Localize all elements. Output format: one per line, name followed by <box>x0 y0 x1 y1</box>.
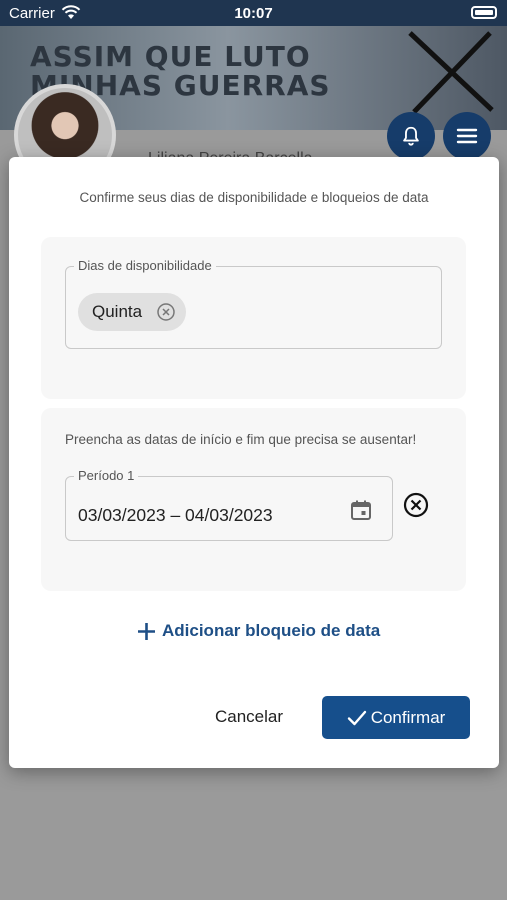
availability-dialog: Confirme seus dias de disponibilidade e … <box>9 157 499 768</box>
status-time: 10:07 <box>234 5 273 22</box>
availability-days-legend: Dias de disponibilidade <box>74 258 216 273</box>
status-bar: Carrier 10:07 <box>0 0 507 26</box>
bell-icon <box>403 126 419 146</box>
close-circle-icon[interactable] <box>156 302 176 322</box>
confirm-button[interactable]: Confirmar <box>322 696 470 739</box>
banner-x-graphic <box>408 31 494 114</box>
notifications-button[interactable] <box>387 112 435 160</box>
availability-section: Dias de disponibilidade Quinta <box>41 237 466 399</box>
period-legend: Período 1 <box>74 468 139 483</box>
day-chip[interactable]: Quinta <box>78 293 186 331</box>
confirm-label: Confirmar <box>370 707 446 727</box>
add-date-block-label: Adicionar bloqueio de data <box>162 621 381 640</box>
cancel-button[interactable]: Cancelar <box>215 707 283 727</box>
day-chip-label: Quinta <box>92 302 143 321</box>
calendar-icon[interactable] <box>350 499 372 521</box>
menu-button[interactable] <box>443 112 491 160</box>
period-value[interactable]: 03/03/2023 – 04/03/2023 <box>78 505 273 526</box>
date-block-section: Preencha as datas de início e fim que pr… <box>41 408 466 591</box>
remove-period-button[interactable] <box>403 492 429 518</box>
menu-icon <box>456 128 478 144</box>
date-block-hint: Preencha as datas de início e fim que pr… <box>65 432 417 447</box>
check-icon <box>347 710 366 725</box>
battery-icon <box>471 6 497 19</box>
period-date-field[interactable]: Período 1 03/03/2023 – 04/03/2023 <box>65 468 393 541</box>
add-date-block-button[interactable]: Adicionar bloqueio de data <box>137 621 380 641</box>
plus-icon <box>138 622 155 640</box>
dialog-subtitle: Confirme seus dias de disponibilidade e … <box>79 190 429 205</box>
availability-days-field[interactable]: Dias de disponibilidade Quinta <box>65 258 442 349</box>
